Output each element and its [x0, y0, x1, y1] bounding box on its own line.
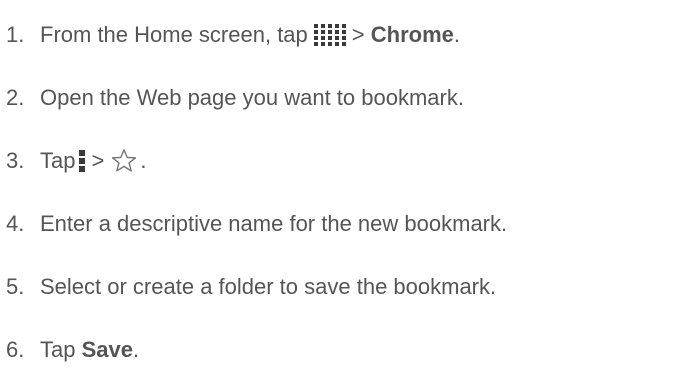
step-5: 5. Select or create a folder to save the…	[0, 272, 496, 302]
save-label: Save	[81, 337, 133, 362]
app-name: Chrome	[370, 22, 454, 47]
step-number: 6.	[6, 337, 25, 362]
step-punctuation: .	[140, 148, 147, 173]
step-text: >	[91, 148, 105, 173]
apps-grid-icon	[313, 24, 346, 46]
star-outline-icon	[112, 149, 137, 172]
step-number: 2.	[6, 85, 25, 110]
step-number: 3.	[6, 148, 25, 173]
step-text: Select or create a folder to save the bo…	[40, 274, 497, 299]
step-number: 5.	[6, 274, 25, 299]
step-text: Tap	[40, 337, 82, 362]
menu-icon	[79, 148, 86, 174]
step-number: 1.	[6, 22, 25, 47]
step-number: 4.	[6, 211, 25, 236]
step-6: 6. Tap Save .	[0, 335, 139, 365]
step-4: 4. Enter a descriptive name for the new …	[0, 209, 507, 239]
step-punctuation: .	[132, 337, 140, 362]
step-text: From the Home screen, tap	[40, 22, 308, 47]
step-3: 3. Tap > .	[0, 146, 146, 176]
step-punctuation: .	[453, 22, 460, 47]
step-2: 2. Open the Web page you want to bookmar…	[0, 83, 464, 113]
instruction-list: 1. From the Home screen, tap > Chrome . …	[0, 0, 681, 385]
step-text: >	[351, 22, 371, 47]
step-1: 1. From the Home screen, tap > Chrome .	[0, 20, 460, 50]
step-text: Tap	[40, 148, 76, 173]
step-text: Enter a descriptive name for the new boo…	[40, 211, 508, 236]
step-text: Open the Web page you want to bookmark.	[40, 85, 464, 110]
